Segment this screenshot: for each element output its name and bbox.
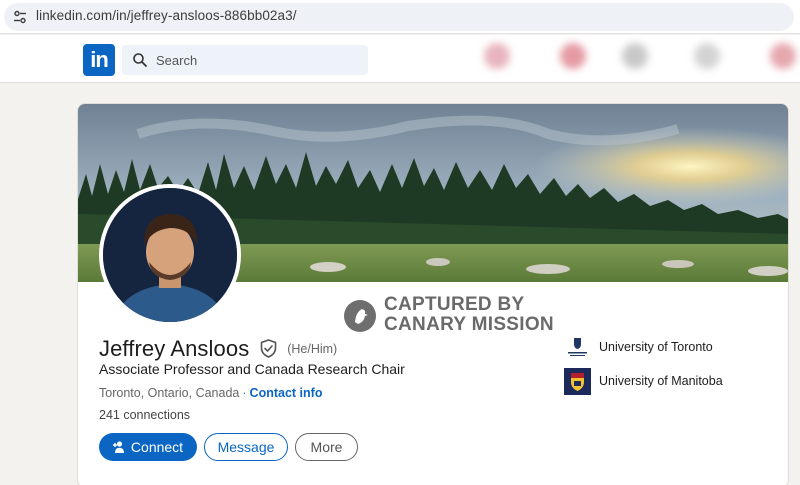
profile-photo[interactable] bbox=[99, 184, 241, 326]
browser-address-bar: linkedin.com/in/jeffrey-ansloos-886bb02a… bbox=[0, 0, 800, 34]
location: Toronto, Ontario, Canada bbox=[99, 386, 240, 400]
separator: · bbox=[242, 386, 247, 400]
location-row: Toronto, Ontario, Canada · Contact info bbox=[99, 386, 322, 400]
connect-button[interactable]: Connect bbox=[99, 433, 197, 461]
profile-name: Jeffrey Ansloos bbox=[99, 336, 250, 361]
top-navigation: in bbox=[0, 35, 800, 83]
watermark-line-1: CAPTURED BY bbox=[384, 294, 525, 315]
contact-info-link[interactable]: Contact info bbox=[250, 386, 323, 400]
watermark-line-2: CANARY MISSION bbox=[384, 314, 554, 335]
add-person-icon bbox=[112, 441, 124, 453]
blurred-nav-icon[interactable] bbox=[694, 43, 720, 69]
message-label: Message bbox=[217, 439, 275, 455]
pronouns: (He/Him) bbox=[287, 342, 338, 356]
url-text[interactable]: linkedin.com/in/jeffrey-ansloos-886bb02a… bbox=[36, 8, 297, 23]
connect-label: Connect bbox=[130, 439, 184, 455]
profile-headline: Associate Professor and Canada Research … bbox=[99, 361, 405, 377]
more-button[interactable]: More bbox=[295, 433, 358, 461]
search-box[interactable] bbox=[122, 45, 368, 75]
university-of-manitoba-logo bbox=[564, 368, 591, 395]
university-of-toronto-logo bbox=[564, 334, 591, 361]
blurred-nav-icon[interactable] bbox=[622, 43, 648, 69]
more-label: More bbox=[310, 439, 343, 455]
education-name: University of Toronto bbox=[599, 340, 713, 354]
message-button[interactable]: Message bbox=[204, 433, 288, 461]
profile-card: CAPTURED BY CANARY MISSION Jeffrey Anslo… bbox=[77, 103, 789, 485]
blurred-nav-icon[interactable] bbox=[484, 43, 510, 69]
connections-count[interactable]: 241 connections bbox=[99, 408, 190, 422]
canary-bird-icon bbox=[344, 300, 376, 332]
education-name: University of Manitoba bbox=[599, 374, 723, 388]
blurred-nav-icon[interactable] bbox=[770, 43, 796, 69]
blurred-nav-icon[interactable] bbox=[560, 43, 586, 69]
search-icon bbox=[133, 53, 147, 67]
linkedin-logo[interactable]: in bbox=[83, 44, 115, 76]
search-input[interactable] bbox=[156, 45, 356, 75]
name-row: Jeffrey Ansloos (He/Him) bbox=[99, 336, 337, 362]
verified-shield-icon[interactable] bbox=[260, 339, 277, 358]
site-settings-icon[interactable] bbox=[12, 9, 28, 25]
